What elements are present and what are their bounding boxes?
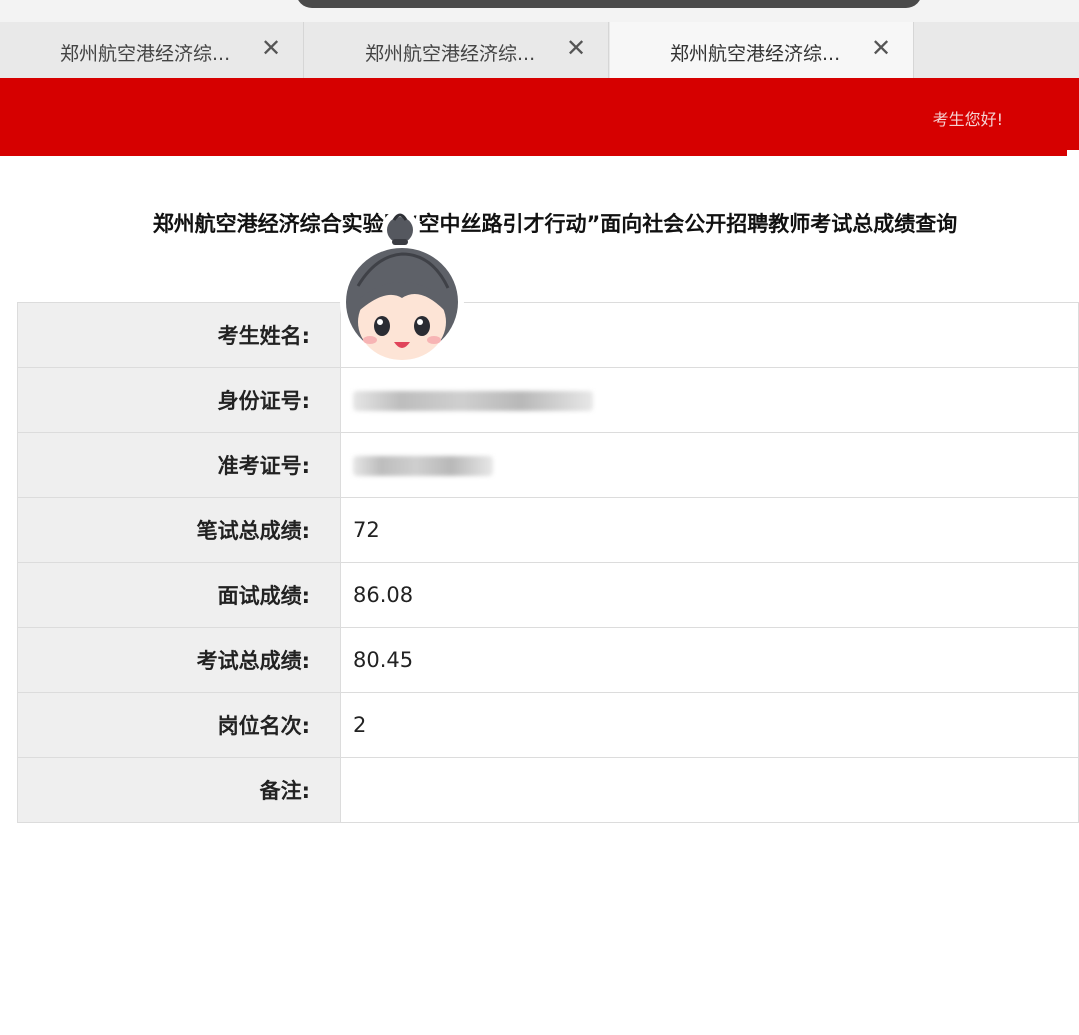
- table-row: 准考证号:: [17, 432, 1079, 498]
- interview-score-value: 86.08: [340, 562, 1079, 628]
- header-notch: [1067, 150, 1079, 156]
- table-row: 考试总成绩: 80.45: [17, 627, 1079, 693]
- tab-2[interactable]: 郑州航空港经济综... ✕: [305, 22, 609, 78]
- row-label: 准考证号:: [17, 432, 341, 498]
- site-header: 考生您好!: [0, 78, 1079, 156]
- row-label: 身份证号:: [17, 367, 341, 433]
- score-result-table: 考生姓名: 身份证号: 准考证号: 笔试总成绩: 72 面试成绩: 86.08 …: [17, 302, 1079, 823]
- row-label: 笔试总成绩:: [17, 497, 341, 563]
- tab-bar: 郑州航空港经济综... ✕ 郑州航空港经济综... ✕ 郑州航空港经济综... …: [0, 22, 1079, 78]
- written-score-value: 72: [340, 497, 1079, 563]
- greeting-text: 考生您好!: [932, 110, 1003, 129]
- page-title: 郑州航空港经济综合实验区“空中丝路引才行动”面向社会公开招聘教师考试总成绩查询: [152, 212, 958, 236]
- row-label: 面试成绩:: [17, 562, 341, 628]
- row-label: 岗位名次:: [17, 692, 341, 758]
- close-icon[interactable]: ✕: [867, 34, 895, 62]
- table-row: 笔试总成绩: 72: [17, 497, 1079, 563]
- table-row: 备注:: [17, 757, 1079, 823]
- table-row: 考生姓名:: [17, 302, 1079, 368]
- position-rank-value: 2: [340, 692, 1079, 758]
- remarks-value: [340, 757, 1079, 823]
- redacted-admission-number: [353, 456, 493, 476]
- redacted-id-number: [353, 391, 593, 411]
- table-row: 身份证号:: [17, 367, 1079, 433]
- row-label: 考试总成绩:: [17, 627, 341, 693]
- total-score-value: 80.45: [340, 627, 1079, 693]
- address-bar[interactable]: [296, 0, 922, 8]
- row-label: 备注:: [17, 757, 341, 823]
- tab-title[interactable]: 郑州航空港经济综...: [60, 39, 230, 66]
- table-row: 面试成绩: 86.08: [17, 562, 1079, 628]
- close-icon[interactable]: ✕: [562, 34, 590, 62]
- cartoon-face-sticker-icon: [340, 210, 464, 362]
- id-number-value: [340, 367, 1079, 433]
- tab-title[interactable]: 郑州航空港经济综...: [365, 39, 535, 66]
- tab-title[interactable]: 郑州航空港经济综...: [670, 39, 840, 66]
- table-row: 岗位名次: 2: [17, 692, 1079, 758]
- row-label: 考生姓名:: [17, 302, 341, 368]
- tab-1[interactable]: 郑州航空港经济综... ✕: [0, 22, 304, 78]
- tab-3-active[interactable]: 郑州航空港经济综... ✕: [610, 22, 914, 78]
- admission-ticket-value: [340, 432, 1079, 498]
- close-icon[interactable]: ✕: [257, 34, 285, 62]
